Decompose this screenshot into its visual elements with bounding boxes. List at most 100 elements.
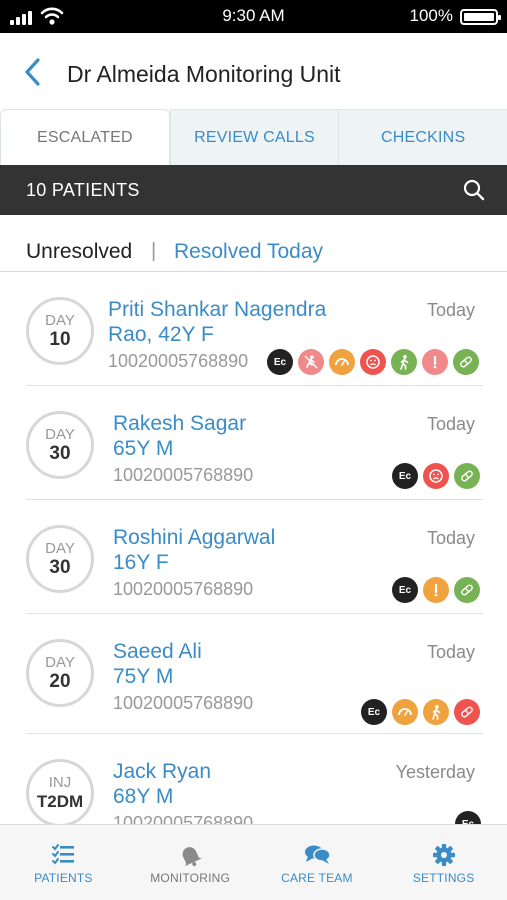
bell-icon (182, 847, 202, 867)
patient-id: 10020005768890 (113, 693, 254, 713)
no-exercise-icon (298, 349, 324, 375)
ec-badge: Ec (267, 349, 293, 375)
patient-id: 10020005768890 (108, 351, 249, 371)
nav-label: CARE TEAM (281, 871, 353, 885)
walking-icon (423, 699, 449, 725)
nav-settings[interactable]: SETTINGS (380, 825, 507, 900)
exclamation-icon (423, 577, 449, 603)
patient-date: Today (426, 414, 475, 434)
day-value: 20 (49, 671, 71, 692)
tab-checkins[interactable]: CHECKINS (338, 109, 507, 165)
nav-label: PATIENTS (34, 871, 93, 885)
nav-care-team[interactable]: CARE TEAM (254, 825, 381, 900)
patient-name-line1: Rakesh Sagar (113, 412, 247, 435)
tab-escalated[interactable]: ESCALATED (0, 109, 170, 165)
resolution-filter: Unresolved | Resolved Today (0, 215, 507, 272)
patient-row[interactable]: DAY 20 Saeed Ali 75Y M 10020005768890 To… (0, 614, 507, 734)
gauge-icon (392, 699, 418, 725)
patient-date: Today (426, 300, 475, 320)
alert-badges: Ec (361, 699, 480, 725)
checklist-icon (52, 844, 75, 865)
day-counter: INJ T2DM (26, 759, 94, 824)
header: Dr Almeida Monitoring Unit (0, 33, 507, 110)
patient-name-line2: 65Y M (113, 437, 174, 460)
nav-label: MONITORING (150, 871, 231, 885)
bottom-nav: PATIENTS MONITORING CARE TEAM SETTINGS (0, 824, 507, 900)
day-counter: DAY 30 (26, 411, 94, 479)
patient-name: Saeed Ali 75Y M (113, 639, 202, 689)
alert-badges: Ec (392, 463, 480, 489)
patient-name-line2: 68Y M (113, 785, 174, 808)
filter-unresolved[interactable]: Unresolved (26, 240, 132, 264)
pill-icon (454, 699, 480, 725)
day-counter: DAY 10 (26, 297, 94, 365)
filter-resolved-today[interactable]: Resolved Today (174, 240, 323, 264)
filter-separator: | (151, 240, 157, 262)
patient-row[interactable]: INJ T2DM Jack Ryan 68Y M 10020005768890 … (0, 734, 507, 824)
walking-icon (391, 349, 417, 375)
day-label: DAY (45, 312, 75, 329)
alert-badges: Ec (267, 349, 479, 375)
gear-icon (432, 844, 455, 866)
patient-name-line1: Saeed Ali (113, 640, 202, 663)
search-button[interactable] (462, 178, 486, 202)
day-value: 30 (49, 557, 71, 578)
patient-date: Yesterday (395, 762, 475, 782)
tab-bar: ESCALATED REVIEW CALLS CHECKINS (0, 109, 507, 165)
day-value: 10 (49, 329, 71, 350)
patient-name: Rakesh Sagar 65Y M (113, 411, 246, 461)
chevron-left-icon (25, 58, 40, 86)
pill-icon (453, 349, 479, 375)
day-counter: DAY 30 (26, 525, 94, 593)
patient-row[interactable]: DAY 10 Priti Shankar Nagendra Rao, 42Y F… (0, 272, 507, 386)
chat-bubbles-icon (304, 845, 331, 864)
pill-icon (454, 577, 480, 603)
patients-count: 10 PATIENTS (26, 180, 140, 200)
nav-patients[interactable]: PATIENTS (0, 825, 127, 900)
search-icon (463, 179, 485, 201)
ec-badge: Ec (455, 811, 481, 824)
patient-name-line2: 16Y F (113, 551, 169, 574)
patient-id: 10020005768890 (113, 465, 254, 485)
patient-name: Jack Ryan 68Y M (113, 759, 211, 809)
patient-name-line2: Rao, 42Y F (108, 323, 214, 346)
day-label: DAY (45, 654, 75, 671)
patient-date: Today (426, 528, 475, 548)
ec-badge: Ec (392, 577, 418, 603)
patient-date: Today (426, 642, 475, 662)
battery-percent: 100% (409, 6, 453, 25)
day-label: DAY (45, 426, 75, 443)
battery-icon (460, 9, 501, 25)
patient-name-line1: Priti Shankar Nagendra (108, 298, 327, 321)
sad-face-icon (423, 463, 449, 489)
patient-name: Roshini Aggarwal 16Y F (113, 525, 275, 575)
patient-id: 10020005768890 (113, 579, 254, 599)
status-bar: 9:30 AM 100% (0, 0, 507, 33)
patient-name-line1: Roshini Aggarwal (113, 526, 276, 549)
day-label: INJ (48, 774, 72, 791)
day-counter: DAY 20 (26, 639, 94, 707)
nav-label: SETTINGS (412, 871, 475, 885)
tab-review-calls[interactable]: REVIEW CALLS (169, 109, 339, 165)
patient-name-line2: 75Y M (113, 665, 174, 688)
patient-row[interactable]: DAY 30 Rakesh Sagar 65Y M 10020005768890… (0, 386, 507, 500)
nav-monitoring[interactable]: MONITORING (127, 825, 254, 900)
alert-badges: Ec (455, 811, 481, 824)
back-button[interactable] (18, 55, 48, 89)
day-value: T2DM (36, 792, 84, 811)
pill-icon (454, 463, 480, 489)
patient-list: DAY 10 Priti Shankar Nagendra Rao, 42Y F… (0, 272, 507, 824)
sad-face-icon (360, 349, 386, 375)
ec-badge: Ec (392, 463, 418, 489)
patient-name-line1: Jack Ryan (113, 760, 212, 783)
gauge-icon (329, 349, 355, 375)
patients-count-bar: 10 PATIENTS (0, 165, 507, 215)
patient-id: 10020005768890 (113, 813, 254, 824)
exclamation-icon (422, 349, 448, 375)
patient-row[interactable]: DAY 30 Roshini Aggarwal 16Y F 1002000576… (0, 500, 507, 614)
day-label: DAY (45, 540, 75, 557)
ec-badge: Ec (361, 699, 387, 725)
page-title: Dr Almeida Monitoring Unit (67, 61, 341, 87)
alert-badges: Ec (392, 577, 480, 603)
day-value: 30 (49, 443, 71, 464)
